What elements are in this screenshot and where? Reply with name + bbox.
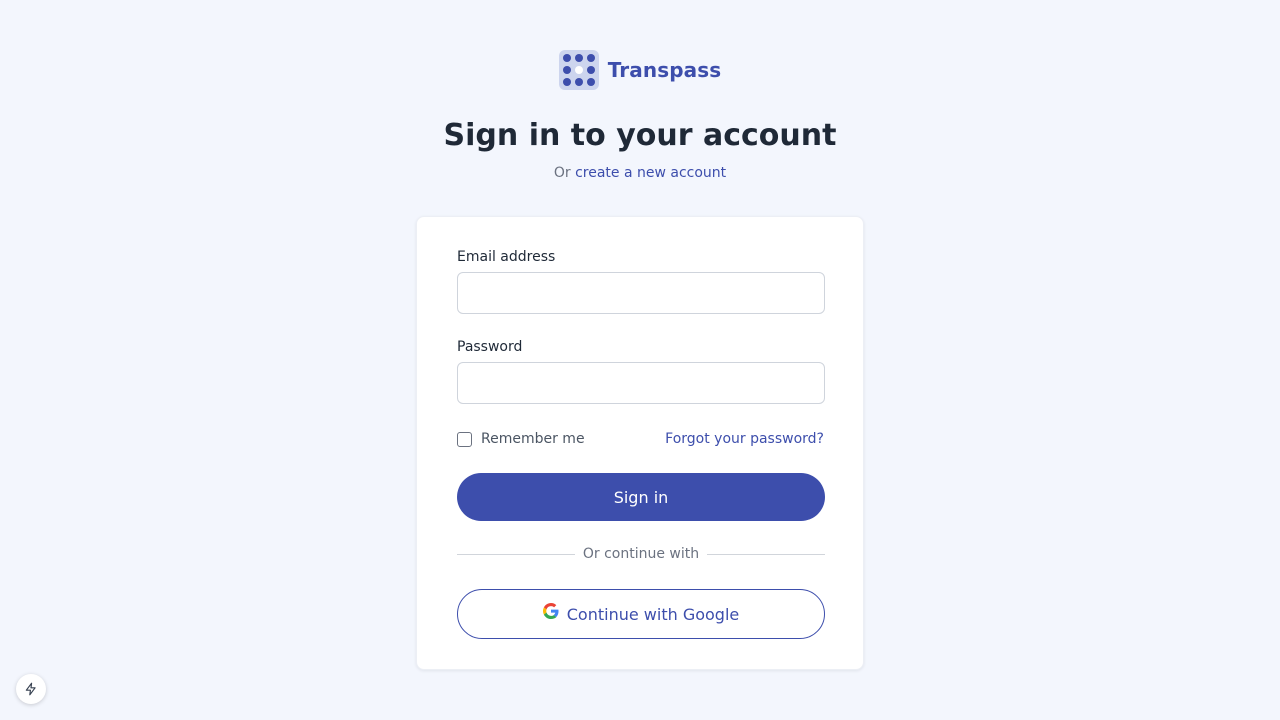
- divider-text: Or continue with: [582, 546, 700, 562]
- logo-dot: [586, 78, 595, 86]
- devtools-toggle[interactable]: [16, 674, 46, 704]
- logo-dot: [574, 66, 583, 74]
- remember-me: Remember me: [457, 429, 585, 449]
- create-account-link[interactable]: create a new account: [575, 165, 726, 181]
- google-button-label: Continue with Google: [566, 604, 740, 624]
- logo-dot: [586, 54, 595, 62]
- logo-dot: [586, 66, 595, 74]
- subtitle-prefix: Or: [553, 165, 571, 181]
- password-label: Password: [457, 339, 523, 355]
- logo-icon: [558, 50, 599, 90]
- sign-in-button[interactable]: Sign in: [457, 473, 825, 521]
- forgot-password-link[interactable]: Forgot your password?: [665, 429, 824, 449]
- remember-me-label: Remember me: [481, 431, 585, 447]
- google-icon: [542, 603, 559, 619]
- page-subtitle: Or create a new account: [0, 165, 1280, 181]
- logo-dot: [574, 54, 583, 62]
- email-label: Email address: [457, 249, 556, 265]
- continue-divider: Or continue with: [457, 544, 826, 564]
- remember-me-checkbox[interactable]: [457, 431, 472, 447]
- email-field[interactable]: [457, 272, 825, 314]
- divider-line: [457, 553, 575, 555]
- logo-dot: [562, 78, 571, 86]
- logo-dot: [562, 66, 571, 74]
- google-sign-in-button[interactable]: Continue with Google: [457, 589, 825, 639]
- divider-line: [707, 553, 826, 555]
- page-title: Sign in to your account: [443, 118, 837, 153]
- logo-dot: [562, 54, 571, 62]
- sign-in-page: Transpass Sign in to your account Or cre…: [0, 0, 1280, 720]
- brand-header: Transpass: [0, 50, 1280, 90]
- brand-name: Transpass: [607, 58, 722, 82]
- sign-in-card: Email address Password Remember me Forgo…: [416, 216, 864, 670]
- lightning-bolt-icon: [25, 682, 36, 696]
- password-field[interactable]: [457, 362, 825, 404]
- logo-dot: [574, 78, 583, 86]
